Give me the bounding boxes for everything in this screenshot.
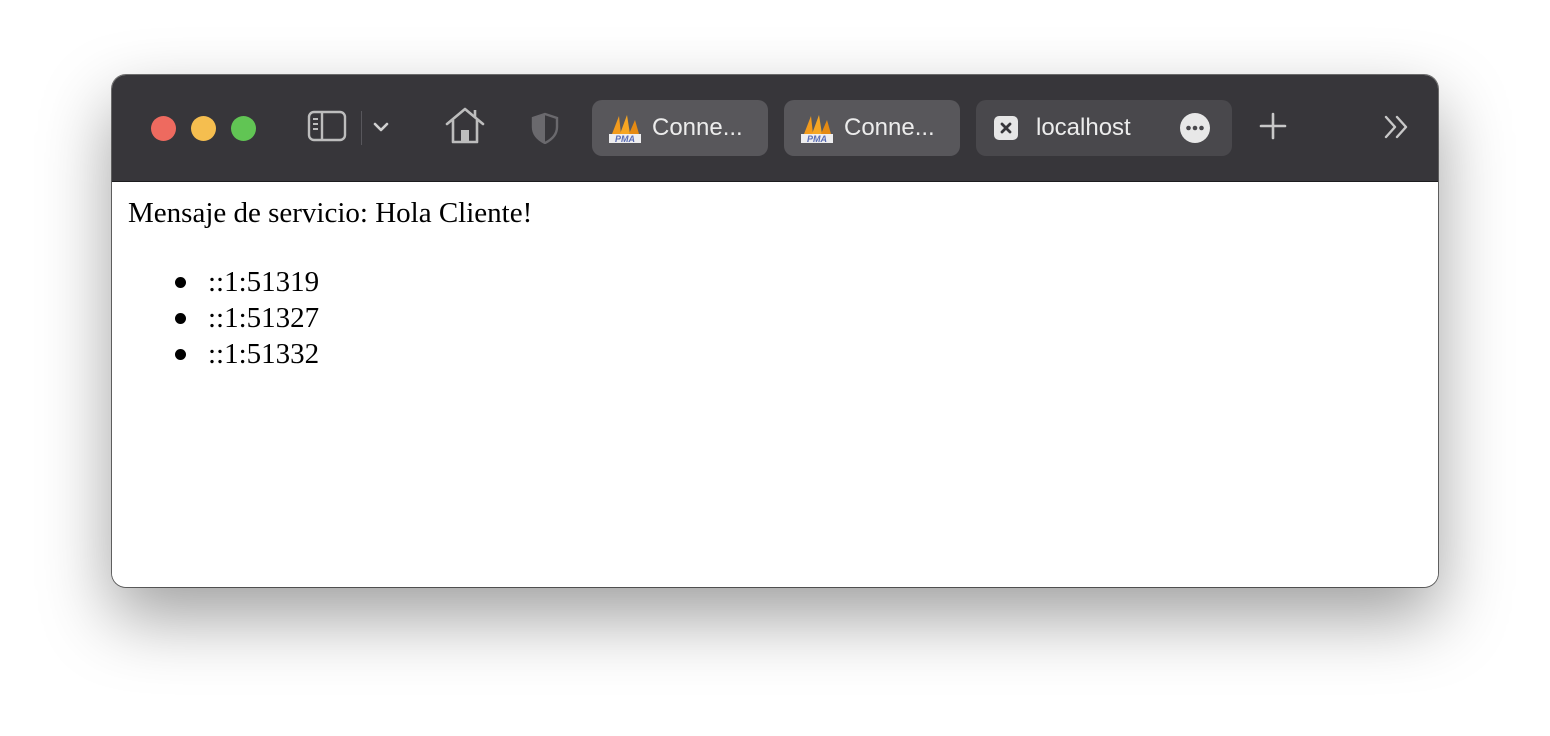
sidebar-toggle-icon[interactable] [306,109,348,143]
list-item: ::1:51327 [112,300,319,336]
bullet-icon [175,349,186,360]
privacy-shield-icon[interactable] [530,111,560,145]
browser-window: PMA Conne... PMA Conne... localhost Mens… [112,75,1438,587]
list-item: ::1:51319 [112,264,319,300]
tab-connect-2[interactable]: PMA Conne... [784,100,960,156]
chevron-down-icon[interactable] [370,115,392,139]
page-content: Mensaje de servicio: Hola Cliente! ::1:5… [112,182,1438,587]
bullet-icon [175,277,186,288]
tab-overflow-icon[interactable] [1382,113,1412,141]
bullet-icon [175,313,186,324]
svg-text:PMA: PMA [807,134,827,144]
service-message: Mensaje de servicio: Hola Cliente! [128,197,533,229]
new-tab-icon[interactable] [1258,111,1288,141]
home-icon[interactable] [442,103,488,147]
phpmyadmin-icon: PMA [801,115,833,144]
list-item: ::1:51332 [112,336,319,372]
maximize-window-button[interactable] [231,116,256,141]
close-window-button[interactable] [151,116,176,141]
client-address: ::1:51327 [208,302,320,334]
tab-title: Conne... [844,114,935,141]
tab-localhost[interactable]: localhost [976,100,1232,156]
browser-toolbar: PMA Conne... PMA Conne... localhost [112,75,1438,182]
client-list: ::1:51319 ::1:51327 ::1:51332 [112,264,319,372]
tab-connect-1[interactable]: PMA Conne... [592,100,768,156]
client-address: ::1:51332 [208,338,320,370]
svg-text:PMA: PMA [615,134,635,144]
minimize-window-button[interactable] [191,116,216,141]
close-tab-icon[interactable] [994,116,1018,140]
toolbar-divider [361,111,362,145]
tab-title: localhost [1036,114,1131,141]
more-options-icon[interactable] [1180,113,1210,143]
client-address: ::1:51319 [208,266,320,298]
tab-title: Conne... [652,114,743,141]
phpmyadmin-icon: PMA [609,115,641,144]
